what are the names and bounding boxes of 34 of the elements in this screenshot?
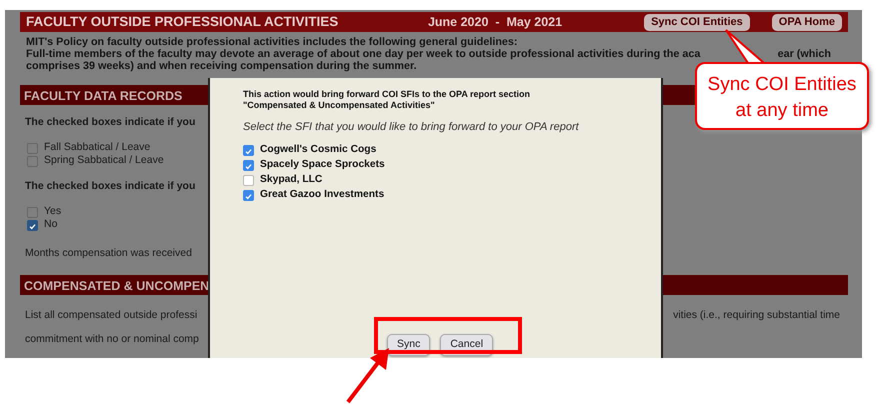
policy-text: ear (which: [778, 48, 831, 60]
callout-tail: [725, 29, 767, 64]
instruction-text: Select the SFI that you would like to bring forward to your OPA report: [243, 120, 580, 135]
field-label: Months compensation was received: [24, 246, 193, 260]
option-label: Yes: [44, 204, 62, 220]
question-text: The checked boxes indicate if you: [24, 115, 196, 130]
home-button[interactable]: OPA Home: [772, 14, 842, 30]
option-label: Fall Sabbatical / Leave: [44, 140, 150, 155]
sync-button[interactable]: Sync COI Entities: [644, 14, 750, 30]
policy-text: Full-time members of the faculty may devote an average of about one day per week to outside professional activities during the aca: [26, 48, 700, 60]
checkbox[interactable]: [27, 206, 38, 218]
entity-label: Cogwell's Cosmic Cogs: [260, 143, 376, 158]
policy-text: comprises 39 weeks) and when receiving compensation during the summer.: [26, 60, 418, 72]
notice-text: This action would bring forward COI SFIs to the OPA report section: [243, 89, 532, 100]
question-text: The checked boxes indicate if you: [24, 178, 196, 194]
checkbox[interactable]: [243, 144, 254, 156]
body-text: vities (i.e., requiring substantial time: [673, 308, 840, 324]
entity-label: Great Gazoo Investments: [260, 188, 384, 202]
body-text: commitment with no or nominal comp: [24, 332, 200, 347]
pointer-arrow: [346, 348, 389, 404]
entity-label: Skypad, LLC: [260, 173, 322, 188]
body-text: List all compensated outside professi: [24, 308, 198, 324]
policy-text: MIT's Policy on faculty outside professional activities includes the following general guidelines:: [26, 36, 519, 48]
checkbox[interactable]: [243, 160, 254, 170]
page-title: FACULTY OUTSIDE PROFESSIONAL ACTIVITIES: [26, 12, 338, 31]
checkbox[interactable]: [27, 220, 38, 230]
checkbox[interactable]: [27, 156, 38, 167]
checkbox[interactable]: [243, 190, 254, 200]
checkbox[interactable]: [27, 142, 38, 154]
checkbox[interactable]: [243, 174, 254, 186]
date-range: June 2020 - May 2021: [428, 14, 562, 31]
entity-label: Spacely Space Sprockets: [260, 158, 385, 172]
option-label: No: [44, 217, 58, 232]
option-label: Spring Sabbatical / Leave: [44, 153, 164, 168]
